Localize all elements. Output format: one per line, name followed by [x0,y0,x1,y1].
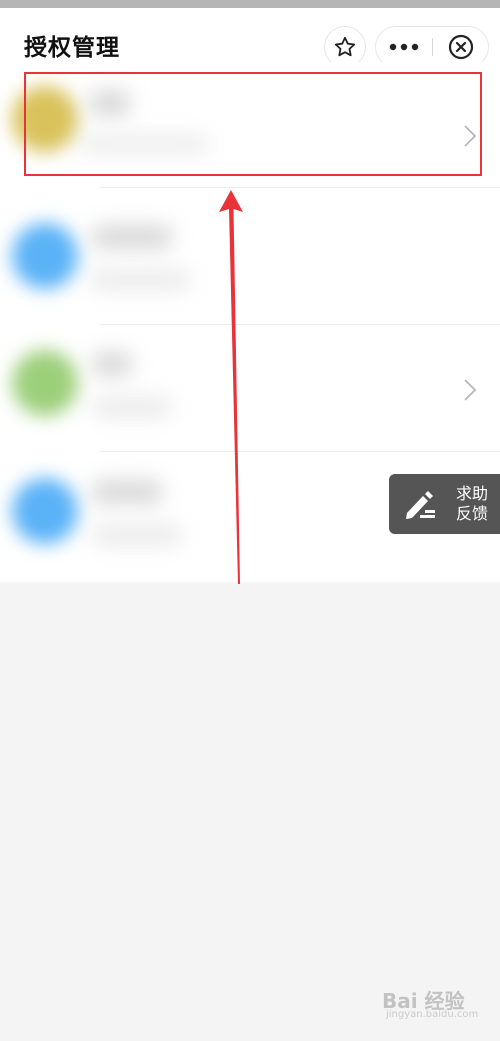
app-avatar [12,478,78,544]
status-strip [0,0,500,8]
watermark-url: jingyan.baidu.com [386,1009,479,1020]
divider [100,187,500,188]
feedback-label-line2: 反馈 [455,504,488,523]
blurred-text [90,269,190,291]
header-bar: 授权管理 [0,8,500,70]
blurred-text [92,524,182,546]
star-icon [334,36,356,57]
close-circle-icon [448,34,474,60]
blurred-text [92,352,132,376]
chevron-right-icon [464,379,477,401]
app-avatar [12,350,78,416]
highlight-box [24,72,482,176]
pencil-icon [406,491,435,519]
close-button[interactable] [433,27,489,67]
annotation-arrow [219,190,243,584]
feedback-label-line1: 求助 [455,484,488,503]
feedback-button[interactable]: 求助 反馈 [389,474,500,534]
more-button[interactable] [376,27,432,67]
list-item[interactable] [0,326,500,452]
blurred-text [92,480,162,504]
divider [100,451,500,452]
list-item[interactable] [0,199,500,325]
divider [100,324,500,325]
watermark: Bai 经验 jingyan.baidu.com [382,985,492,1025]
page-title: 授权管理 [24,35,120,61]
more-dots-icon [389,43,419,51]
blurred-text [92,225,172,249]
app-avatar [12,223,78,289]
blurred-text [92,396,172,418]
